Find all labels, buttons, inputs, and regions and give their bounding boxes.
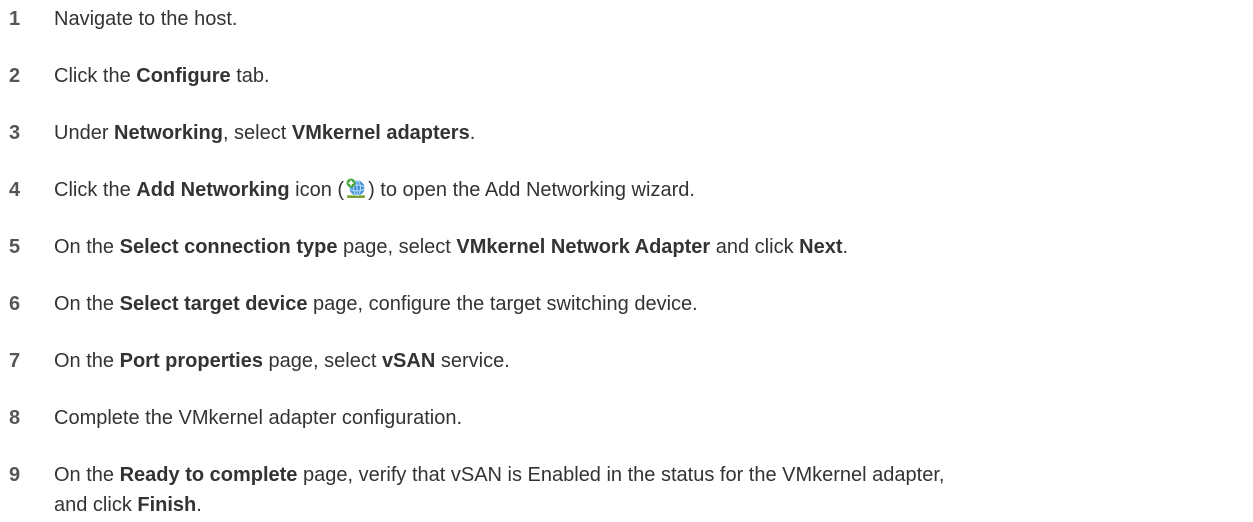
- ui-term-port-properties: Port properties: [119, 350, 263, 372]
- text-run: On the: [54, 236, 120, 258]
- step-number: 5: [9, 236, 21, 258]
- text-run: , select: [222, 122, 292, 144]
- text-run: .: [469, 122, 476, 144]
- step-number: 1: [9, 8, 21, 30]
- step-text: Under Networking, select VMkernel adapte…: [54, 118, 1234, 148]
- text-run: Click the: [54, 65, 137, 87]
- text-run: and click: [54, 494, 138, 516]
- step-text: On the Select connection type page, sele…: [54, 232, 1234, 262]
- step-text: On the Ready to complete page, verify th…: [54, 460, 1234, 490]
- step-text: Complete the VMkernel adapter configurat…: [54, 403, 1234, 433]
- text-run: ) to open the Add Networking wizard.: [368, 179, 695, 201]
- text-run: icon (: [289, 179, 345, 201]
- ui-term-finish: Finish: [137, 494, 197, 516]
- text-run: page, select: [337, 236, 457, 258]
- step-text-continuation: and click Finish.: [54, 490, 202, 520]
- ui-term-select-target-device: Select target device: [119, 293, 308, 315]
- text-run: Navigate to the host.: [54, 8, 238, 30]
- ui-term-ready-to-complete: Ready to complete: [119, 464, 298, 486]
- add-networking-icon: [345, 178, 367, 200]
- ui-term-networking: Networking: [114, 122, 223, 144]
- ui-term-select-connection-type: Select connection type: [119, 236, 338, 258]
- ui-term-configure: Configure: [136, 65, 231, 87]
- step-number: 8: [9, 407, 21, 429]
- step-text: Click the Add Networking icon ( ) to ope…: [54, 175, 1234, 205]
- step-number: 4: [9, 179, 21, 201]
- step-number: 6: [9, 293, 21, 315]
- ui-term-vsan: vSAN: [381, 350, 436, 372]
- text-run: page, select: [262, 350, 382, 372]
- text-run: Click the: [54, 179, 137, 201]
- procedure-steps: 1 Navigate to the host. 2 Click the Conf…: [0, 0, 1253, 522]
- text-run: Under: [54, 122, 115, 144]
- text-run: Complete the VMkernel adapter configurat…: [54, 407, 463, 429]
- text-run: service.: [435, 350, 510, 372]
- step-number: 3: [9, 122, 21, 144]
- text-run: page, configure the target switching dev…: [307, 293, 698, 315]
- step-number: 2: [9, 65, 21, 87]
- step-number: 9: [9, 464, 21, 486]
- step-text: Navigate to the host.: [54, 4, 1234, 34]
- step-number: 7: [9, 350, 21, 372]
- text-run: On the: [54, 293, 120, 315]
- text-run: On the: [54, 350, 120, 372]
- text-run: On the: [54, 464, 120, 486]
- step-text: On the Port properties page, select vSAN…: [54, 346, 1234, 376]
- ui-term-next: Next: [799, 236, 843, 258]
- ui-term-add-networking: Add Networking: [136, 179, 290, 201]
- text-run: page, verify that vSAN is Enabled in the…: [297, 464, 945, 486]
- ui-term-vmkernel-network-adapter: VMkernel Network Adapter: [456, 236, 711, 258]
- text-run: .: [842, 236, 849, 258]
- text-run: .: [196, 494, 202, 516]
- text-run: and click: [710, 236, 800, 258]
- text-run: tab.: [230, 65, 270, 87]
- ui-term-vmkernel-adapters: VMkernel adapters: [291, 122, 470, 144]
- step-text: Click the Configure tab.: [54, 61, 1234, 91]
- step-text: On the Select target device page, config…: [54, 289, 1234, 319]
